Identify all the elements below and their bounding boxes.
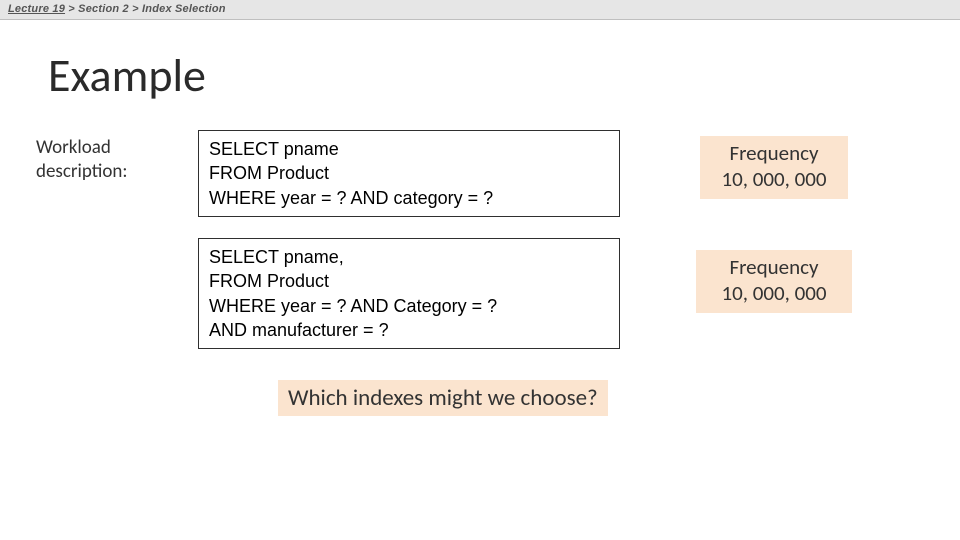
frequency-badge-1: Frequency 10, 000, 000 [700, 136, 848, 199]
query-box-1: SELECT pname FROM Product WHERE year = ?… [198, 130, 620, 217]
query-1-line-3: WHERE year = ? AND category = ? [209, 186, 609, 210]
breadcrumb-sep-1: > [65, 3, 78, 15]
breadcrumb-sep-2: > [129, 3, 142, 15]
breadcrumb-part-2: Section 2 [78, 3, 129, 15]
workload-label: Workload description: [36, 136, 176, 184]
frequency-2-label: Frequency [706, 254, 842, 280]
frequency-badge-2: Frequency 10, 000, 000 [696, 250, 852, 313]
breadcrumb: Lecture 19 > Section 2 > Index Selection [0, 0, 960, 20]
query-2-line-3: WHERE year = ? AND Category = ? [209, 294, 609, 318]
query-2-line-2: FROM Product [209, 269, 609, 293]
frequency-2-value: 10, 000, 000 [706, 280, 842, 306]
frequency-1-value: 10, 000, 000 [710, 166, 838, 192]
frequency-1-label: Frequency [710, 140, 838, 166]
breadcrumb-part-3: Index Selection [142, 3, 226, 15]
query-box-2: SELECT pname, FROM Product WHERE year = … [198, 238, 620, 349]
query-1-line-1: SELECT pname [209, 137, 609, 161]
query-2-line-1: SELECT pname, [209, 245, 609, 269]
query-1-line-2: FROM Product [209, 161, 609, 185]
question-callout: Which indexes might we choose? [278, 380, 608, 416]
page-title: Example [48, 48, 960, 104]
query-2-line-4: AND manufacturer = ? [209, 318, 609, 342]
breadcrumb-part-1: Lecture 19 [8, 3, 65, 15]
